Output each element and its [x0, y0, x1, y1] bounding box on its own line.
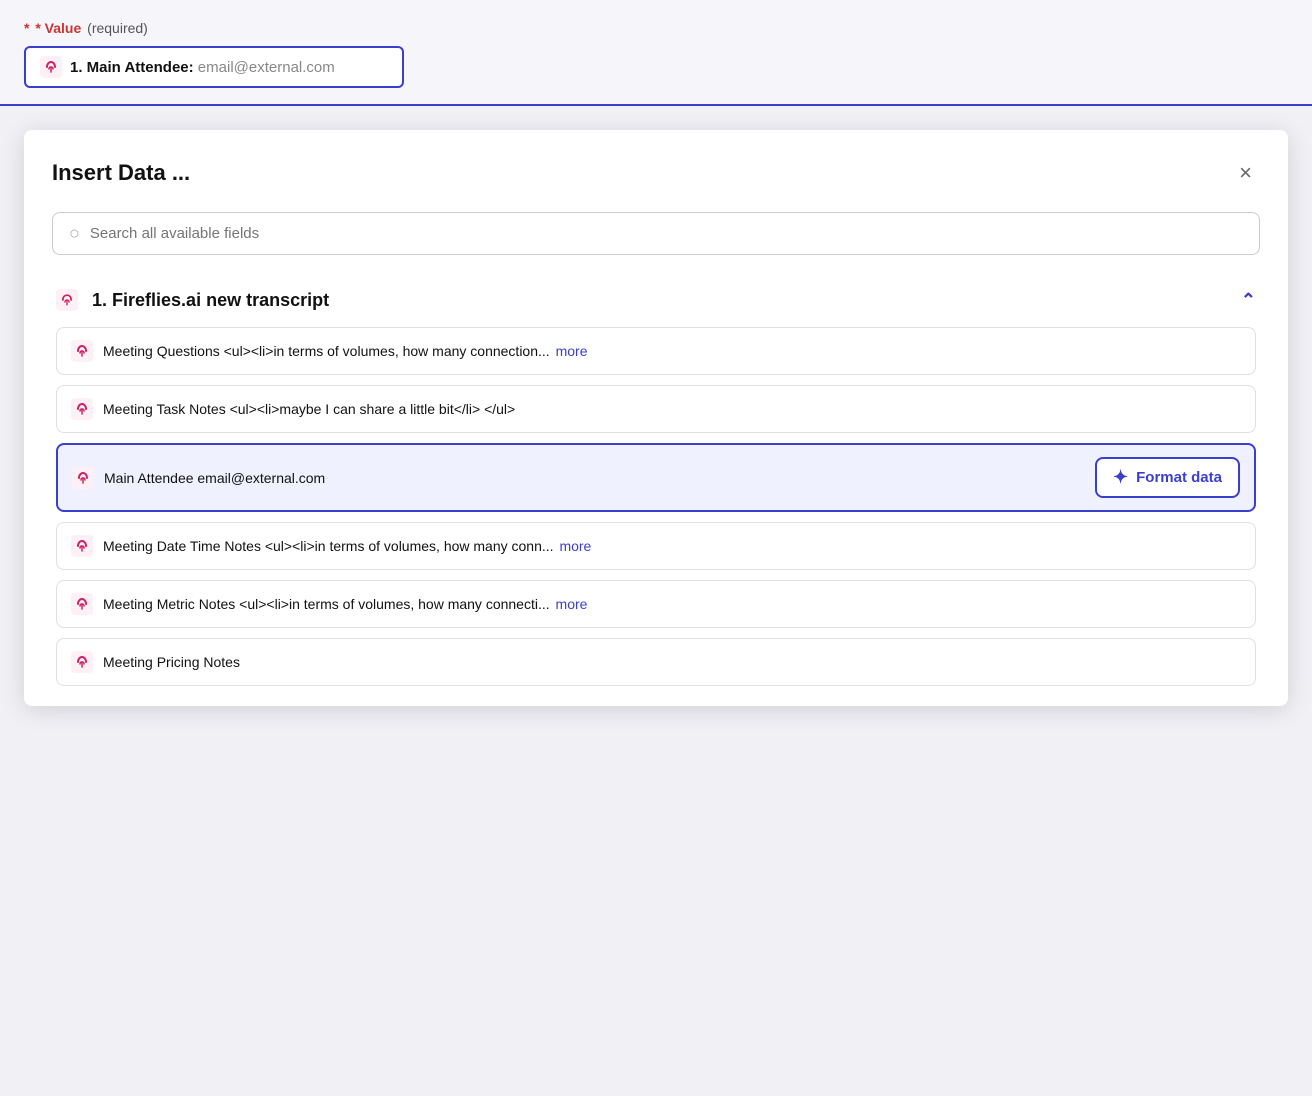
item-text: Meeting Task Notes <ul><li>maybe I can s…	[103, 401, 515, 417]
top-bar: * * Value (required) 1. Main Attendee: e…	[0, 0, 1312, 106]
search-bar[interactable]: ○	[52, 212, 1260, 255]
item-left: Meeting Task Notes <ul><li>maybe I can s…	[71, 398, 1241, 420]
format-data-label: Format data	[1136, 469, 1222, 486]
chevron-up-icon[interactable]: ⌃	[1241, 290, 1256, 311]
item-left: Meeting Metric Notes <ul><li>in terms of…	[71, 593, 1241, 615]
format-data-button[interactable]: ✦ Format data	[1095, 457, 1240, 498]
list-item[interactable]: Meeting Date Time Notes <ul><li>in terms…	[56, 522, 1256, 570]
insert-data-modal: Insert Data ... × ○	[24, 130, 1288, 706]
section-number: 1.	[92, 290, 107, 310]
item-text: Meeting Date Time Notes <ul><li>in terms…	[103, 538, 591, 554]
list-item[interactable]: Meeting Task Notes <ul><li>maybe I can s…	[56, 385, 1256, 433]
value-input-box[interactable]: 1. Main Attendee: email@external.com	[24, 46, 404, 88]
items-list: Meeting Questions <ul><li>in terms of vo…	[52, 327, 1260, 686]
item-fireflies-icon	[71, 651, 93, 673]
value-label-text: * Value	[35, 20, 81, 36]
list-item-selected[interactable]: Main Attendee email@external.com ✦ Forma…	[56, 443, 1256, 512]
item-left: Meeting Pricing Notes	[71, 651, 1241, 673]
close-button[interactable]: ×	[1231, 158, 1260, 188]
input-bold-text: 1. Main Attendee:	[70, 59, 194, 76]
item-text: Meeting Pricing Notes	[103, 654, 240, 670]
item-text: Meeting Questions <ul><li>in terms of vo…	[103, 343, 587, 359]
section-fireflies-icon	[56, 289, 78, 311]
section-title: 1. Fireflies.ai new transcript	[92, 290, 329, 311]
list-item[interactable]: Meeting Metric Notes <ul><li>in terms of…	[56, 580, 1256, 628]
search-icon: ○	[69, 223, 80, 244]
section-header: 1. Fireflies.ai new transcript ⌃	[52, 279, 1260, 327]
item-fireflies-icon	[71, 593, 93, 615]
section-header-left: 1. Fireflies.ai new transcript	[56, 289, 329, 311]
modal-title: Insert Data ...	[52, 160, 190, 186]
modal-header: Insert Data ... ×	[52, 158, 1260, 188]
more-link[interactable]: more	[559, 538, 591, 554]
input-placeholder-text: email@external.com	[194, 59, 335, 76]
fireflies-icon	[40, 56, 62, 78]
item-left: Meeting Questions <ul><li>in terms of vo…	[71, 340, 1241, 362]
format-data-icon: ✦	[1113, 467, 1128, 488]
value-input-text: 1. Main Attendee: email@external.com	[70, 59, 335, 76]
item-text: Main Attendee email@external.com	[104, 470, 325, 486]
item-text: Meeting Metric Notes <ul><li>in terms of…	[103, 596, 587, 612]
item-fireflies-icon	[72, 467, 94, 489]
more-link[interactable]: more	[556, 343, 588, 359]
list-item[interactable]: Meeting Pricing Notes	[56, 638, 1256, 686]
item-fireflies-icon	[71, 535, 93, 557]
value-label: * * Value (required)	[24, 20, 1288, 36]
item-fireflies-icon	[71, 340, 93, 362]
page-wrapper: * * Value (required) 1. Main Attendee: e…	[0, 0, 1312, 1096]
item-left: Main Attendee email@external.com	[72, 467, 1085, 489]
search-input[interactable]	[90, 225, 1243, 242]
required-star: *	[24, 20, 29, 36]
item-fireflies-icon	[71, 398, 93, 420]
list-item[interactable]: Meeting Questions <ul><li>in terms of vo…	[56, 327, 1256, 375]
required-label: (required)	[87, 20, 148, 36]
item-left: Meeting Date Time Notes <ul><li>in terms…	[71, 535, 1241, 557]
more-link[interactable]: more	[556, 596, 588, 612]
section-fireflies: 1. Fireflies.ai new transcript ⌃	[52, 279, 1260, 686]
section-title-text: Fireflies.ai new transcript	[112, 290, 329, 310]
